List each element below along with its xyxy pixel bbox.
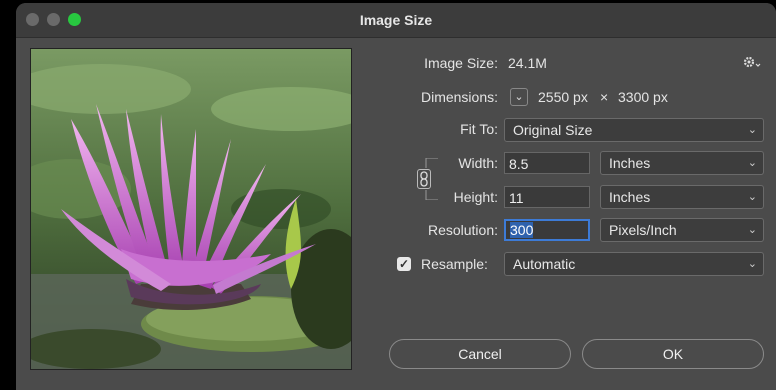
fit-to-label: Fit To:: [460, 121, 498, 137]
fit-to-select[interactable]: Original Size ⌄: [504, 118, 764, 142]
height-label: Height:: [453, 189, 498, 205]
width-unit-select[interactable]: Inches ⌄: [600, 151, 764, 175]
resolution-input[interactable]: 300: [504, 219, 590, 241]
height-unit-value: Inches: [609, 189, 651, 205]
resample-select[interactable]: Automatic ⌄: [504, 252, 764, 276]
resample-label: Resample:: [421, 256, 488, 272]
chevron-down-icon: ⌄: [747, 157, 757, 169]
pixel-height-value: 3300 px: [618, 89, 668, 105]
chevron-down-icon: ⌄: [514, 91, 524, 103]
chevron-down-icon: ⌄: [747, 258, 757, 270]
dimensions-label: Dimensions:: [420, 89, 498, 105]
pixel-width-value: 2550 px: [538, 89, 588, 105]
height-input[interactable]: 11: [504, 186, 590, 208]
resample-checkbox[interactable]: ✓: [397, 257, 411, 271]
title-bar: Image Size: [16, 3, 776, 38]
times-symbol: ×: [600, 89, 609, 105]
resolution-value: 300: [510, 222, 534, 238]
image-size-label: Image Size:: [424, 55, 498, 71]
resample-value: Automatic: [513, 256, 576, 272]
water-lily-image: [31, 49, 351, 369]
chain-link-icon[interactable]: [417, 169, 431, 189]
resolution-label: Resolution:: [427, 222, 498, 238]
fit-to-value: Original Size: [513, 122, 593, 138]
ok-button[interactable]: OK: [582, 339, 764, 369]
chevron-down-icon: ⌄: [747, 124, 757, 136]
chevron-down-icon: ⌄: [747, 224, 757, 236]
width-input[interactable]: 8.5: [504, 152, 590, 174]
dimensions-unit-dropdown[interactable]: ⌄: [510, 88, 528, 106]
width-label: Width:: [458, 155, 498, 171]
image-size-value: 24.1M: [508, 55, 547, 71]
window-title: Image Size: [359, 12, 433, 28]
checkmark-icon: ✓: [398, 257, 410, 271]
image-preview[interactable]: [30, 48, 352, 370]
resolution-unit-select[interactable]: Pixels/Inch ⌄: [600, 218, 764, 242]
chevron-down-icon: ⌄: [747, 191, 757, 203]
resolution-unit-value: Pixels/Inch: [609, 222, 677, 238]
width-unit-value: Inches: [609, 155, 651, 171]
image-size-dialog: Image Size Image Size: 24.1M Dimensions:…: [16, 3, 776, 390]
height-unit-select[interactable]: Inches ⌄: [600, 185, 764, 209]
gear-icon[interactable]: [742, 54, 764, 73]
cancel-button[interactable]: Cancel: [389, 339, 571, 369]
